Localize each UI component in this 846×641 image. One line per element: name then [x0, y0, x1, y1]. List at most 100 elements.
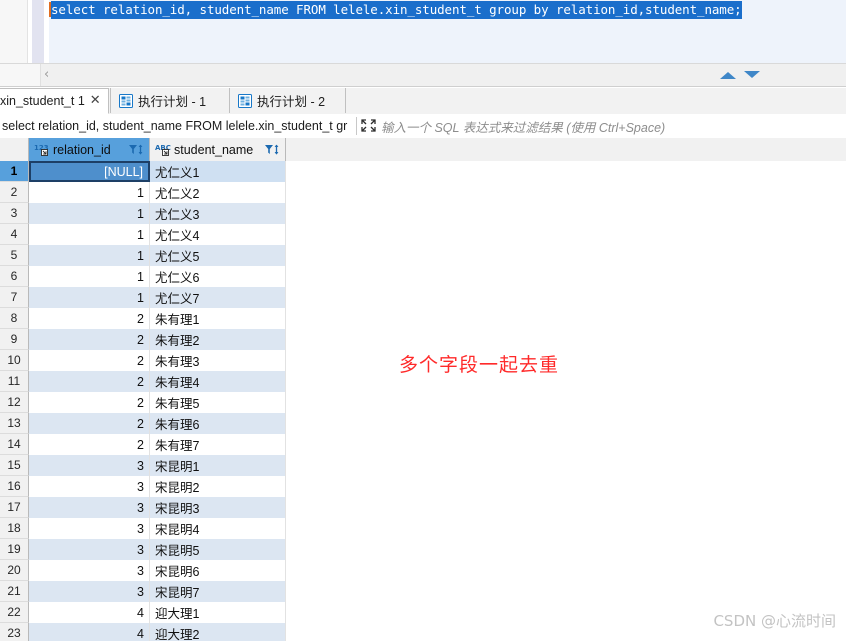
cell-relation-id[interactable]: 4: [29, 623, 150, 641]
row-number[interactable]: 12: [0, 392, 29, 413]
row-number[interactable]: 2: [0, 182, 29, 203]
row-number[interactable]: 17: [0, 497, 29, 518]
row-number[interactable]: 9: [0, 329, 29, 350]
row-number[interactable]: 10: [0, 350, 29, 371]
row-number[interactable]: 14: [0, 434, 29, 455]
cell-student-name[interactable]: 尤仁义4: [150, 224, 286, 245]
cell-relation-id[interactable]: 3: [29, 539, 150, 560]
cell-relation-id[interactable]: 3: [29, 497, 150, 518]
active-query-text[interactable]: select relation_id, student_name FROM le…: [0, 119, 356, 133]
result-grid[interactable]: 123 relation_id ABC student_name 1 [NULL…: [0, 138, 846, 641]
cell-student-name[interactable]: 宋昆明5: [150, 539, 286, 560]
cell-student-name[interactable]: 宋昆明4: [150, 518, 286, 539]
cell-relation-id[interactable]: 1: [29, 224, 150, 245]
row-number[interactable]: 7: [0, 287, 29, 308]
table-row[interactable]: 13 2 朱有理6: [0, 413, 846, 434]
panel-resize-controls[interactable]: [720, 69, 768, 83]
cell-student-name[interactable]: 朱有理6: [150, 413, 286, 434]
table-row[interactable]: 19 3 宋昆明5: [0, 539, 846, 560]
cell-student-name[interactable]: 朱有理5: [150, 392, 286, 413]
table-row[interactable]: 16 3 宋昆明2: [0, 476, 846, 497]
row-number[interactable]: 1: [0, 161, 29, 182]
filter-bar[interactable]: select relation_id, student_name FROM le…: [0, 114, 846, 139]
table-row[interactable]: 1 [NULL] 尤仁义1: [0, 161, 846, 182]
triangle-up-icon[interactable]: [720, 72, 736, 79]
row-number[interactable]: 21: [0, 581, 29, 602]
row-number[interactable]: 6: [0, 266, 29, 287]
row-number[interactable]: 20: [0, 560, 29, 581]
cell-relation-id[interactable]: 3: [29, 581, 150, 602]
filter-input-placeholder[interactable]: 输入一个 SQL 表达式来过滤结果 (使用 Ctrl+Space): [381, 117, 665, 136]
table-row[interactable]: 8 2 朱有理1: [0, 308, 846, 329]
cell-student-name[interactable]: 宋昆明2: [150, 476, 286, 497]
cell-relation-id[interactable]: 4: [29, 602, 150, 623]
grid-corner-cell[interactable]: [0, 138, 29, 161]
cell-student-name[interactable]: 尤仁义1: [150, 161, 286, 182]
table-row[interactable]: 17 3 宋昆明3: [0, 497, 846, 518]
chevron-left-icon[interactable]: ‹: [44, 68, 49, 82]
triangle-down-icon[interactable]: [744, 71, 760, 78]
sql-statement-text[interactable]: select relation_id, student_name FROM le…: [51, 1, 742, 19]
cell-relation-id[interactable]: 1: [29, 287, 150, 308]
filter-sort-icon[interactable]: [264, 143, 281, 157]
table-row[interactable]: 15 3 宋昆明1: [0, 455, 846, 476]
cell-relation-id[interactable]: 1: [29, 182, 150, 203]
cell-relation-id[interactable]: 3: [29, 560, 150, 581]
filter-sort-icon[interactable]: [128, 143, 145, 157]
cell-relation-id[interactable]: [NULL]: [29, 161, 150, 182]
close-icon[interactable]: ✕: [90, 94, 101, 107]
result-tab-bar[interactable]: xin_student_t 1 ✕ 执行计划 - 1 执行计划 - 2: [0, 88, 846, 115]
table-row[interactable]: 6 1 尤仁义6: [0, 266, 846, 287]
row-number[interactable]: 3: [0, 203, 29, 224]
cell-student-name[interactable]: 尤仁义6: [150, 266, 286, 287]
table-row[interactable]: 18 3 宋昆明4: [0, 518, 846, 539]
cell-relation-id[interactable]: 2: [29, 350, 150, 371]
row-number[interactable]: 18: [0, 518, 29, 539]
column-header-student-name[interactable]: ABC student_name: [150, 138, 286, 161]
cell-relation-id[interactable]: 3: [29, 518, 150, 539]
tab-xin-student-t-1[interactable]: xin_student_t 1 ✕: [0, 88, 109, 114]
cell-student-name[interactable]: 宋昆明6: [150, 560, 286, 581]
cell-student-name[interactable]: 朱有理7: [150, 434, 286, 455]
cell-student-name[interactable]: 迎大理1: [150, 602, 286, 623]
row-number[interactable]: 4: [0, 224, 29, 245]
cell-relation-id[interactable]: 2: [29, 308, 150, 329]
cell-relation-id[interactable]: 1: [29, 203, 150, 224]
row-number[interactable]: 15: [0, 455, 29, 476]
cell-relation-id[interactable]: 2: [29, 434, 150, 455]
table-row[interactable]: 4 1 尤仁义4: [0, 224, 846, 245]
sql-editor[interactable]: select relation_id, student_name FROM le…: [0, 0, 846, 64]
table-row[interactable]: 2 1 尤仁义2: [0, 182, 846, 203]
grid-rows-container[interactable]: 1 [NULL] 尤仁义1 2 1 尤仁义2 3 1 尤仁义3 4 1 尤仁义4 5 1 尤仁义5 6 1 尤仁义…: [0, 161, 846, 641]
row-number[interactable]: 23: [0, 623, 29, 641]
table-row[interactable]: 5 1 尤仁义5: [0, 245, 846, 266]
row-number[interactable]: 8: [0, 308, 29, 329]
row-number[interactable]: 5: [0, 245, 29, 266]
table-row[interactable]: 7 1 尤仁义7: [0, 287, 846, 308]
table-row[interactable]: 3 1 尤仁义3: [0, 203, 846, 224]
table-row[interactable]: 21 3 宋昆明7: [0, 581, 846, 602]
cell-student-name[interactable]: 朱有理4: [150, 371, 286, 392]
cell-relation-id[interactable]: 2: [29, 413, 150, 434]
cell-student-name[interactable]: 朱有理3: [150, 350, 286, 371]
editor-horizontal-scroll-strip[interactable]: ‹: [0, 64, 846, 87]
cell-relation-id[interactable]: 3: [29, 455, 150, 476]
tab-execution-plan-1[interactable]: 执行计划 - 1: [110, 88, 230, 113]
cell-student-name[interactable]: 宋昆明3: [150, 497, 286, 518]
row-number[interactable]: 13: [0, 413, 29, 434]
row-number[interactable]: 19: [0, 539, 29, 560]
row-number[interactable]: 11: [0, 371, 29, 392]
cell-student-name[interactable]: 尤仁义5: [150, 245, 286, 266]
expand-arrows-icon[interactable]: [360, 118, 378, 134]
cell-relation-id[interactable]: 3: [29, 476, 150, 497]
cell-student-name[interactable]: 宋昆明1: [150, 455, 286, 476]
cell-relation-id[interactable]: 1: [29, 245, 150, 266]
cell-student-name[interactable]: 尤仁义3: [150, 203, 286, 224]
cell-relation-id[interactable]: 1: [29, 266, 150, 287]
table-row[interactable]: 20 3 宋昆明6: [0, 560, 846, 581]
table-row[interactable]: 14 2 朱有理7: [0, 434, 846, 455]
cell-student-name[interactable]: 尤仁义2: [150, 182, 286, 203]
cell-student-name[interactable]: 朱有理2: [150, 329, 286, 350]
row-number[interactable]: 16: [0, 476, 29, 497]
cell-relation-id[interactable]: 2: [29, 329, 150, 350]
